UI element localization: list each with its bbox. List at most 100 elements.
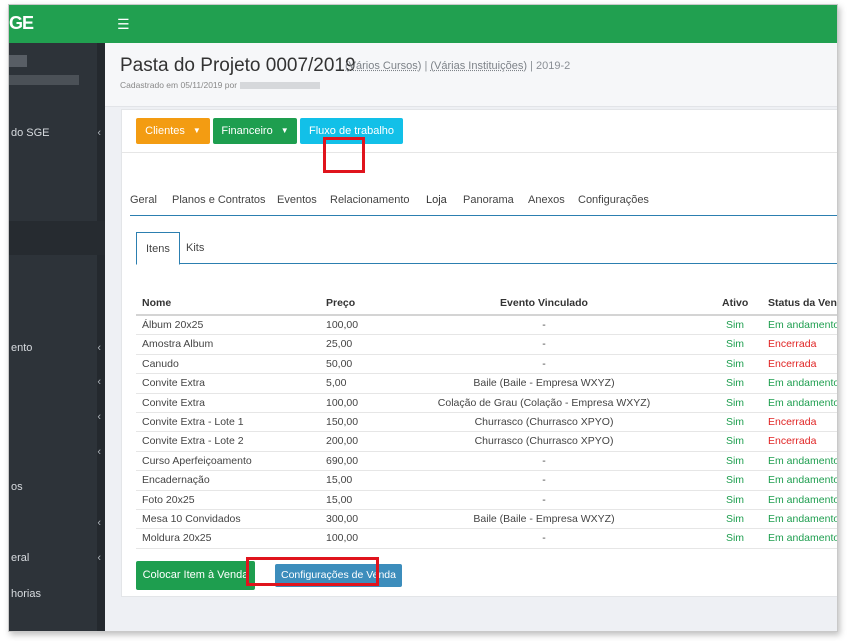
clientes-dropdown-button[interactable]: Clientes ▼	[136, 118, 210, 144]
user-name-redacted	[9, 75, 79, 85]
tab-planos-contratos[interactable]: Planos e Contratos	[172, 184, 266, 216]
item-status: Em andamento	[768, 512, 838, 525]
separator: |	[530, 60, 533, 72]
item-price: 200,00	[326, 435, 359, 448]
column-header-evento: Evento Vinculado	[500, 297, 588, 309]
item-price: 100,00	[326, 396, 359, 409]
top-navbar: GE ☰	[9, 5, 837, 43]
sidebar-item-label: os	[11, 481, 23, 493]
table-row: Amostra Album 25,00 - Sim Encerrada	[136, 335, 837, 355]
title-meta: (Vários Cursos) | (Várias Instituições) …	[345, 60, 570, 72]
app-logo: GE	[9, 13, 34, 33]
item-active: Sim	[725, 396, 745, 409]
item-name: Encadernação	[142, 474, 210, 487]
table-header-row: Nome Preço Evento Vinculado Ativo Status…	[136, 290, 837, 316]
subtab-itens[interactable]: Itens	[136, 232, 180, 265]
item-name: Canudo	[142, 357, 179, 370]
chevron-left-icon[interactable]: ‹	[87, 407, 101, 427]
item-status: Em andamento	[768, 454, 838, 467]
item-active: Sim	[725, 357, 745, 370]
tab-loja[interactable]: Loja	[426, 184, 447, 216]
chevron-left-icon[interactable]: ‹	[87, 442, 101, 462]
tab-configuracoes[interactable]: Configurações	[578, 184, 649, 216]
item-name: Foto 20x25	[142, 493, 195, 506]
item-status: Encerrada	[768, 338, 817, 351]
column-header-ativo: Ativo	[722, 297, 749, 309]
column-header-nome: Nome	[142, 297, 172, 309]
item-event: Churrasco (Churrasco XPYO)	[474, 435, 614, 448]
item-active: Sim	[725, 474, 745, 487]
table-row: Convite Extra - Lote 1 150,00 Churrasco (C…	[136, 413, 837, 433]
item-event: -	[542, 357, 546, 370]
item-price: 25,00	[326, 338, 353, 351]
sidebar-item-label: do SGE	[11, 127, 50, 139]
tab-eventos[interactable]: Eventos	[277, 184, 317, 216]
tab-anexos[interactable]: Anexos	[528, 184, 565, 216]
tab-geral[interactable]: Geral	[130, 184, 157, 216]
item-active: Sim	[725, 319, 745, 331]
item-name: Moldura 20x25	[142, 532, 212, 545]
page-title: Pasta do Projeto 0007/2019	[120, 55, 356, 76]
item-price: 15,00	[326, 474, 353, 487]
item-name: Convite Extra	[142, 396, 206, 409]
item-event: -	[542, 454, 546, 467]
tab-panorama[interactable]: Panorama	[463, 184, 514, 216]
item-name: Curso Aperfeiçoamento	[142, 454, 252, 467]
instituicoes-link[interactable]: (Várias Instituições)	[430, 60, 527, 72]
item-price: 50,00	[326, 357, 353, 370]
highlight-box	[246, 557, 379, 586]
table-row: Convite Extra - Lote 2 200,00 Churrasco (C…	[136, 432, 837, 452]
item-status: Encerrada	[768, 415, 817, 428]
hamburger-icon[interactable]: ☰	[117, 14, 130, 34]
item-active: Sim	[725, 415, 745, 428]
item-name: Convite Extra - Lote 2	[142, 435, 244, 448]
item-event: Baile (Baile - Empresa WXYZ)	[473, 512, 615, 525]
divider	[122, 152, 837, 153]
chevron-left-icon[interactable]: ‹	[87, 513, 101, 533]
creator-redacted	[240, 82, 321, 90]
item-status: Em andamento	[768, 377, 838, 390]
add-item-button[interactable]: Colocar Item à Venda	[136, 561, 255, 590]
item-price: 100,00	[326, 532, 359, 545]
item-status: Em andamento	[768, 493, 838, 506]
sidebar-item-3[interactable]: os	[9, 477, 105, 497]
sidebar-item-label: ento	[11, 342, 33, 354]
main-tabs: Geral Planos e Contratos Eventos Relacio…	[130, 184, 837, 216]
tab-relacionamento[interactable]: Relacionamento	[330, 184, 410, 216]
item-active: Sim	[725, 435, 745, 448]
item-active: Sim	[725, 454, 745, 467]
chevron-left-icon[interactable]: ‹	[87, 372, 101, 392]
item-active: Sim	[725, 512, 745, 525]
table-body: Álbum 20x25 100,00 - Sim Em andamento Amostra…	[136, 316, 838, 549]
caret-down-icon: ▼	[280, 126, 289, 135]
table-row: Encadernação 15,00 - Sim Em andamento	[136, 471, 838, 491]
highlight-box	[323, 137, 365, 173]
table-row: Convite Extra 5,00 Baile (Baile - Empresa …	[136, 374, 838, 394]
item-price: 100,00	[326, 319, 359, 331]
table-row: Convite Extra 100,00 Colação de Grau (Cola…	[136, 394, 837, 413]
item-event: Baile (Baile - Empresa WXYZ)	[473, 377, 615, 390]
item-status: Em andamento	[768, 474, 838, 487]
item-status: Em andamento	[768, 319, 838, 331]
subtab-kits[interactable]: Kits	[186, 232, 204, 264]
item-event: -	[542, 338, 546, 351]
sidebar-item-active[interactable]	[9, 221, 105, 255]
item-event: -	[542, 474, 546, 487]
created-info: Cadastrado em 05/11/2019 por	[120, 80, 321, 90]
separator: |	[424, 60, 428, 72]
cursos-link[interactable]: (Vários Cursos)	[345, 60, 421, 72]
item-event: -	[542, 493, 546, 506]
item-name: Convite Extra	[142, 377, 206, 390]
page-header: Pasta do Projeto 0007/2019 (Vários Curso…	[105, 43, 837, 107]
financeiro-label: Financeiro	[221, 125, 273, 137]
financeiro-dropdown-button[interactable]: Financeiro ▼	[213, 118, 297, 144]
column-header-preco: Preço	[326, 297, 356, 309]
table-row: Moldura 20x25 100,00 - Sim Em andamento	[136, 529, 837, 549]
sidebar-item-label: horias	[11, 588, 41, 600]
created-label: Cadastrado em 05/11/2019 por	[120, 80, 238, 90]
item-price: 5,00	[326, 377, 347, 390]
sidebar-item-5[interactable]: horias	[9, 584, 105, 604]
table-row: Foto 20x25 15,00 - Sim Em andamento	[136, 491, 838, 510]
main-content: Pasta do Projeto 0007/2019 (Vários Curso…	[105, 43, 838, 631]
sidebar: do SGE ‹ ento ‹ ‹ ‹ ‹ os ‹ eral ‹ horias	[9, 43, 105, 631]
